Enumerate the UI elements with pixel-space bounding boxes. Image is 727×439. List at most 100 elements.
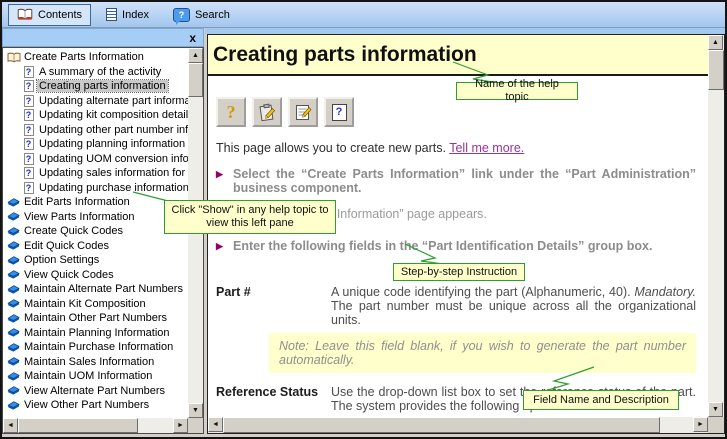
book-icon [5, 226, 22, 237]
tree-item[interactable]: ?Updating kit composition details fo [3, 108, 188, 123]
tree-item[interactable]: Maintain Sales Information [3, 355, 188, 370]
tree-item[interactable]: Maintain Alternate Part Numbers [3, 282, 188, 297]
scroll-left-button[interactable]: ◄ [208, 417, 223, 432]
tree-item[interactable]: View Alternate Part Numbers [3, 384, 188, 399]
tree-item[interactable]: Create Quick Codes [3, 224, 188, 239]
help-toolbar: Contents Index ? Search [2, 2, 725, 28]
tree-item[interactable]: Maintain UOM Information [3, 369, 188, 384]
edit-page-button[interactable] [288, 97, 318, 127]
scrollbar-thumb[interactable] [18, 418, 138, 433]
help-page-icon: ? [20, 109, 37, 121]
topic-tree: Create Parts Information?A summary of th… [3, 48, 188, 418]
tree-item[interactable]: Option Settings [3, 253, 188, 268]
help-page-icon: ? [20, 182, 37, 194]
scroll-right-button[interactable]: ► [693, 417, 708, 432]
contents-pane-header: x [2, 28, 204, 47]
index-list-icon [106, 8, 117, 21]
help-viewer-window: Contents Index ? Search x Create Parts I… [0, 0, 727, 439]
tree-item-label: Updating purchase information [37, 182, 188, 194]
tree-item[interactable]: Edit Quick Codes [3, 239, 188, 254]
scroll-down-button[interactable]: ▼ [188, 403, 203, 418]
book-icon [5, 385, 22, 396]
search-bubble-icon: ? [173, 8, 190, 22]
tree-item[interactable]: View Parts Information [3, 210, 188, 225]
scrollbar-corner [708, 417, 724, 433]
book-icon [5, 371, 22, 382]
tree-item[interactable]: Maintain Purchase Information [3, 340, 188, 355]
callout-step-by-step: Step-by-step Instruction [393, 263, 525, 281]
tree-item-label: Updating UOM conversion informa [37, 153, 188, 165]
tree-item[interactable]: Edit Parts Information [3, 195, 188, 210]
intro-text: This page allows you to create new parts… [216, 141, 449, 155]
step-bullet-icon: ▶ [216, 239, 224, 254]
scrollbar-track[interactable] [223, 417, 693, 433]
scrollbar-thumb[interactable] [188, 63, 203, 97]
note-box: Note: Leave this field blank, if you wis… [269, 333, 696, 373]
tree-item-label: Creating parts information [37, 80, 168, 92]
tree-item-label: Maintain Sales Information [22, 356, 156, 368]
tree-item-label: Maintain Alternate Part Numbers [22, 283, 185, 295]
scroll-down-button[interactable]: ▼ [708, 402, 723, 417]
scrollbar-thumb[interactable] [708, 50, 724, 90]
book-icon [5, 298, 22, 309]
tree-item[interactable]: Maintain Kit Composition [3, 297, 188, 312]
help-page-icon: ? [20, 124, 37, 136]
tree-item[interactable]: ?Updating sales information for a p [3, 166, 188, 181]
tree-item-label: Create Quick Codes [22, 225, 125, 237]
contents-book-icon [17, 8, 33, 21]
callout-name-of-help-topic: Name of the help topic [456, 82, 578, 100]
question-mark-icon: ? [227, 103, 236, 121]
scroll-up-button[interactable]: ▲ [708, 35, 723, 50]
scroll-right-button[interactable]: ► [173, 418, 188, 433]
tree-item-label: Updating alternate part informatio [37, 95, 188, 107]
tree-item[interactable]: ?Updating planning information for [3, 137, 188, 152]
tree-item[interactable]: ?Updating purchase information [3, 181, 188, 196]
scrollbar-track[interactable] [18, 418, 173, 433]
tree-item[interactable]: Maintain Other Part Numbers [3, 311, 188, 326]
step-text: Select the “Create Parts Information” li… [233, 167, 696, 195]
help-button[interactable]: ? [216, 97, 246, 127]
tree-item[interactable]: Create Parts Information [3, 50, 188, 65]
topic-vertical-scrollbar[interactable]: ▲ ▼ [708, 35, 724, 417]
notes-button[interactable] [252, 97, 282, 127]
tell-me-more-link[interactable]: Tell me more. [449, 141, 524, 155]
tab-contents[interactable]: Contents [8, 4, 91, 26]
scroll-left-button[interactable]: ◄ [3, 418, 18, 433]
tree-item[interactable]: ?Creating parts information [3, 79, 188, 94]
tab-index-label: Index [122, 9, 149, 21]
tree-item[interactable]: Maintain Planning Information [3, 326, 188, 341]
field-name: Part # [216, 285, 331, 327]
tree-item[interactable]: ?A summary of the activity [3, 65, 188, 80]
page-title: Creating parts information [208, 35, 708, 76]
tree-item-label: Updating other part number inform [37, 124, 188, 136]
tree-item-label: Maintain UOM Information [22, 370, 154, 382]
scrollbar-thumb[interactable] [223, 417, 660, 433]
help-page-icon: ? [20, 80, 37, 92]
tree-item-label: Option Settings [22, 254, 101, 266]
help-page-icon: ? [20, 138, 37, 150]
tree-item[interactable]: ?Updating alternate part informatio [3, 94, 188, 109]
callout-field-name-description: Field Name and Description [523, 390, 679, 410]
book-icon [5, 342, 22, 353]
tab-index[interactable]: Index [97, 4, 158, 26]
tab-search[interactable]: ? Search [164, 4, 239, 26]
book-icon [5, 327, 22, 338]
tree-item[interactable]: ?Updating UOM conversion informa [3, 152, 188, 167]
field-description: A unique code identifying the part (Alph… [331, 285, 698, 327]
tree-item-label: Maintain Planning Information [22, 327, 172, 339]
tree-item[interactable]: View Other Part Numbers [3, 398, 188, 413]
scrollbar-corner [188, 418, 203, 433]
tree-item-label: Updating kit composition details fo [37, 109, 188, 121]
tree-item-label: Updating planning information for [37, 138, 188, 150]
field-name: Reference Status [216, 385, 331, 413]
close-pane-button[interactable]: x [189, 32, 196, 44]
help-page-icon: ? [20, 167, 37, 179]
context-help-button[interactable]: ? [324, 97, 354, 127]
tree-item[interactable]: ?Updating other part number inform [3, 123, 188, 138]
tree-horizontal-scrollbar[interactable]: ◄ ► [3, 418, 188, 433]
tree-item[interactable]: View Quick Codes [3, 268, 188, 283]
scroll-up-button[interactable]: ▲ [188, 48, 203, 63]
topic-horizontal-scrollbar[interactable]: ◄ ► [208, 417, 708, 433]
field-description-emphasis: Mandatory. [634, 285, 696, 299]
scrollbar-track[interactable] [708, 50, 724, 402]
